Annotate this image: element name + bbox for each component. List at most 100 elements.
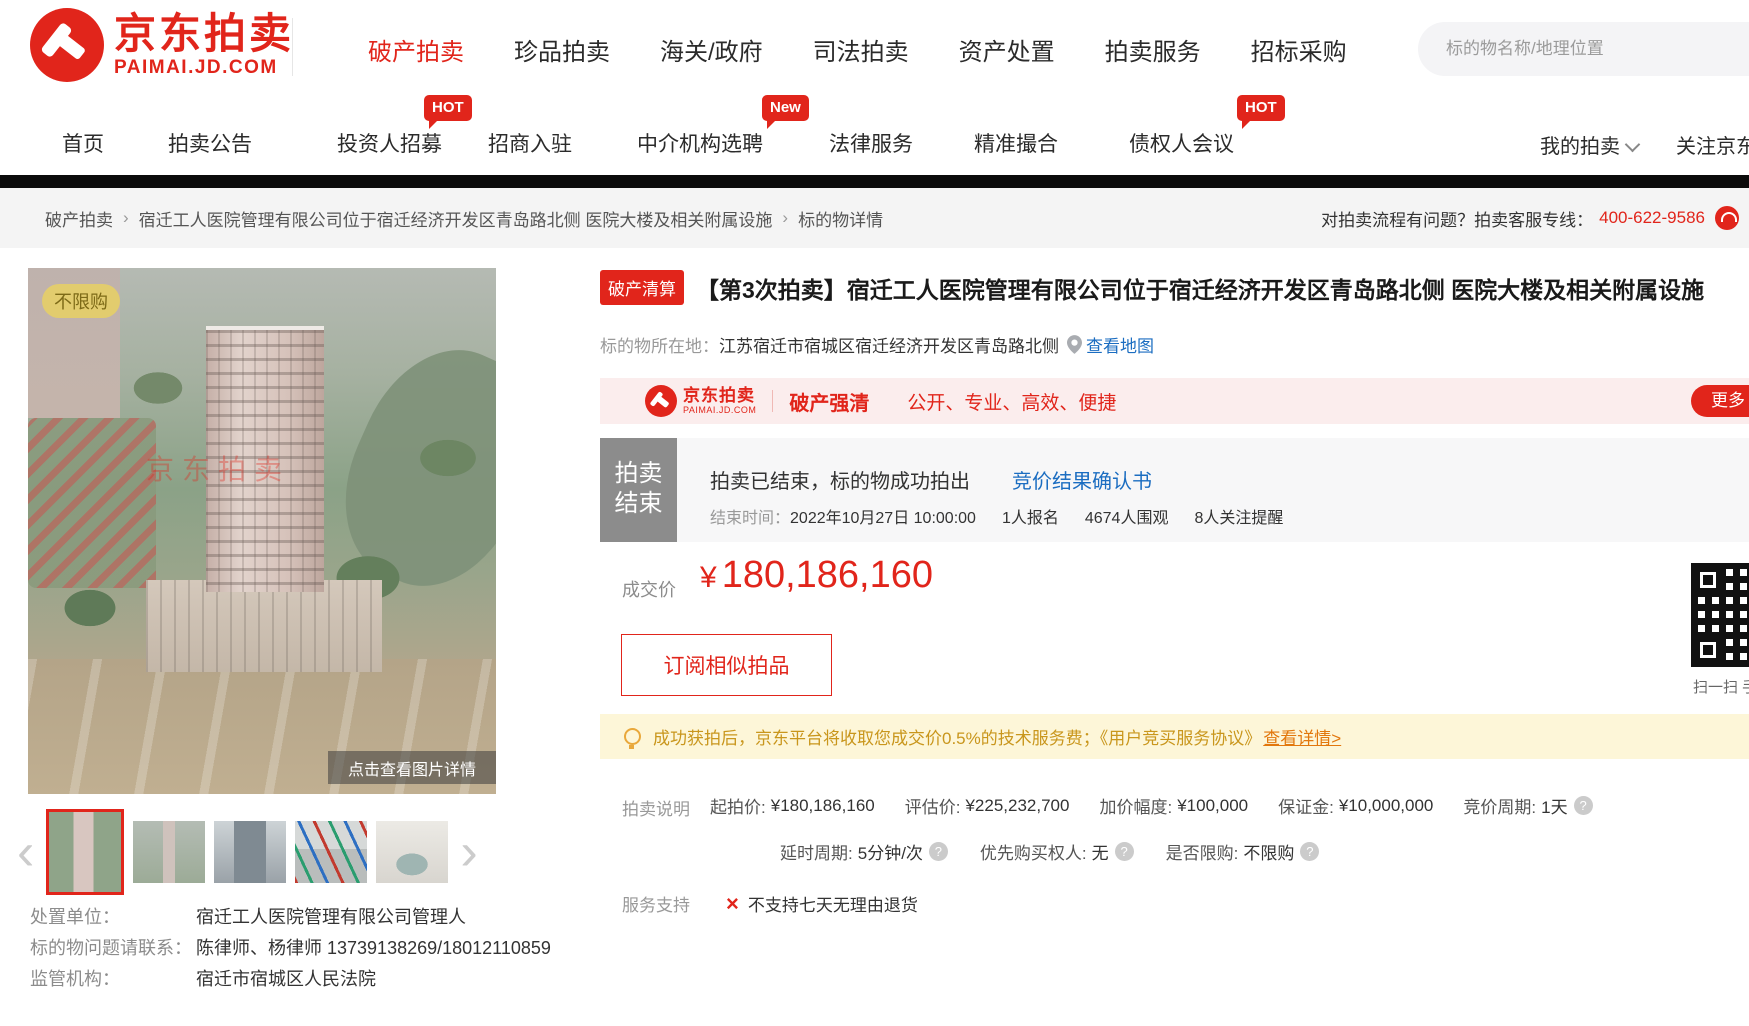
nav-judicial-auction[interactable]: 司法拍卖 — [813, 32, 909, 67]
follow-jd-auction[interactable]: 关注京东拍卖 — [1676, 130, 1749, 159]
banner-more-button[interactable]: 更多 — [1691, 385, 1749, 417]
subnav-creditor-meeting[interactable]: 债权人会议 — [1129, 128, 1234, 158]
bid-increment-label: 加价幅度: — [1099, 793, 1172, 818]
view-details-link[interactable]: 查看详情> — [1263, 724, 1341, 749]
thumbnail-lobby[interactable] — [376, 821, 448, 883]
deposit-label: 保证金: — [1278, 793, 1334, 818]
breadcrumb-separator: › — [123, 208, 129, 228]
subnav-investor-recruitment[interactable]: 投资人招募 — [337, 128, 442, 158]
thumbnail-aerial-building-selected[interactable] — [46, 809, 124, 895]
logo-subtitle: PAIMAI.JD.COM — [114, 57, 294, 79]
logo-title: 京东拍卖 — [114, 11, 294, 57]
appraisal-price-value: ¥225,232,700 — [965, 796, 1069, 816]
deposit-value: ¥10,000,000 — [1339, 796, 1434, 816]
priority-buyer-label: 优先购买权人: — [980, 839, 1087, 864]
banner-jd-logo[interactable]: 京东拍卖 PAIMAI.JD.COM — [645, 385, 756, 417]
qr-scan-caption: 扫一扫 手 — [1693, 676, 1749, 697]
hot-badge: HOT — [1237, 95, 1285, 121]
bid-increment: 加价幅度:¥100,000 — [1099, 793, 1248, 818]
subnav-home[interactable]: 首页 — [62, 128, 104, 158]
promo-banner: 京东拍卖 PAIMAI.JD.COM 破产强清 公开、专业、高效、便捷 更多 — [600, 378, 1749, 424]
subnav-precise-matching[interactable]: 精准撮合 — [974, 128, 1058, 158]
help-icon[interactable]: ? — [929, 842, 948, 861]
subnav-agency-selection[interactable]: 中介机构选聘 — [637, 128, 763, 158]
breadcrumb-bankruptcy[interactable]: 破产拍卖 — [45, 206, 113, 231]
location-label: 标的物所在地： — [600, 332, 719, 357]
appraisal-price: 评估价:¥225,232,700 — [905, 793, 1070, 818]
location-value: 江苏宿迁市宿城区宿迁经济开发区青岛路北侧 — [719, 332, 1059, 357]
breadcrumb-item-name[interactable]: 宿迁工人医院管理有限公司位于宿迁经济开发区青岛路北侧 医院大楼及相关附属设施 — [139, 206, 773, 231]
extension-period-label: 延时周期: — [780, 839, 853, 864]
map-pin-icon — [1067, 335, 1082, 354]
nav-bidding-procurement[interactable]: 招标采购 — [1251, 32, 1347, 67]
breadcrumb-bar: 破产拍卖 › 宿迁工人医院管理有限公司位于宿迁经济开发区青岛路北侧 医院大楼及相… — [0, 188, 1749, 248]
seller-row: 监管机构： 宿迁市宿城区人民法院 — [30, 964, 551, 995]
header-divider-bar — [0, 175, 1749, 188]
item-location-row: 标的物所在地： 江苏宿迁市宿城区宿迁经济开发区青岛路北侧 查看地图 — [600, 332, 1154, 357]
primary-nav: 破产拍卖 珍品拍卖 海关/政府 司法拍卖 资产处置 拍卖服务 招标采购 — [368, 32, 1347, 67]
no-purchase-limit-tag: 不限购 — [42, 284, 120, 318]
subscribe-similar-items-button[interactable]: 订阅相似拍品 — [621, 634, 832, 696]
breadcrumb-separator: › — [782, 208, 788, 228]
bid-result-confirmation-link[interactable]: 竞价结果确认书 — [1012, 465, 1152, 494]
start-price-label: 起拍价: — [710, 793, 766, 818]
nav-asset-disposal[interactable]: 资产处置 — [959, 32, 1055, 67]
follow-label: 关注京东拍卖 — [1676, 136, 1749, 158]
help-icon[interactable]: ? — [1300, 842, 1319, 861]
item-title-row: 破产清算 【第3次拍卖】宿迁工人医院管理有限公司位于宿迁经济开发区青岛路北侧 医… — [600, 270, 1749, 305]
hot-badge: HOT — [424, 95, 472, 121]
deposit: 保证金:¥10,000,000 — [1278, 793, 1433, 818]
status-message-row: 拍卖已结束，标的物成功拍出 竞价结果确认书 — [710, 465, 1152, 494]
customer-service-icon[interactable] — [1715, 206, 1739, 230]
new-badge: New — [762, 95, 809, 121]
banner-logo-title: 京东拍卖 — [683, 387, 756, 405]
status-detail-row: 结束时间：2022年10月27日 10:00:00 1人报名 4674人围观 8… — [710, 504, 1283, 528]
service-support-row: 服务支持 × 不支持七天无理由退货 — [622, 891, 918, 916]
thumbnail-corridor[interactable] — [295, 821, 367, 883]
chevron-right-icon[interactable]: › — [457, 822, 480, 882]
nav-bankruptcy-auction[interactable]: 破产拍卖 — [368, 32, 464, 67]
auction-info-row1: 起拍价:¥180,186,160 评估价:¥225,232,700 加价幅度:¥… — [710, 793, 1593, 818]
thumbnail-aerial-city[interactable] — [133, 821, 205, 883]
jd-paimai-logo[interactable]: 京东拍卖 PAIMAI.JD.COM — [30, 8, 294, 82]
my-auction-menu[interactable]: 我的拍卖 — [1540, 130, 1638, 159]
nav-customs-gov[interactable]: 海关/政府 — [660, 32, 763, 67]
start-price-value: ¥180,186,160 — [771, 796, 875, 816]
status-square-line2: 结束 — [600, 489, 677, 519]
purchase-limit-label: 是否限购: — [1166, 839, 1239, 864]
jd-auction-item-page: 京东拍卖 PAIMAI.JD.COM 破产拍卖 珍品拍卖 海关/政府 司法拍卖 … — [0, 0, 1749, 1026]
seller-info: 处置单位： 宿迁工人医院管理有限公司管理人 标的物问题请联系： 陈律师、杨律师 … — [30, 902, 551, 995]
status-square-line1: 拍卖 — [600, 459, 677, 489]
subnav-merchant-entry[interactable]: 招商入驻 — [488, 128, 572, 158]
main-item-photo[interactable]: 京东拍卖 点击查看图片详情 — [28, 268, 496, 794]
nav-treasure-auction[interactable]: 珍品拍卖 — [514, 32, 610, 67]
breadcrumb: 破产拍卖 › 宿迁工人医院管理有限公司位于宿迁经济开发区青岛路北侧 医院大楼及相… — [45, 206, 883, 231]
help-icon[interactable]: ? — [1115, 842, 1134, 861]
bidding-period-label: 竞价周期: — [1463, 793, 1536, 818]
contact-label: 标的物问题请联系： — [30, 933, 196, 964]
priority-buyer-value: 无 — [1092, 839, 1109, 864]
contact-value: 陈律师、杨律师 13739138269/18012110859 — [196, 933, 551, 964]
view-image-details-button[interactable]: 点击查看图片详情 — [328, 751, 496, 784]
thumbnail-building-closeup[interactable] — [214, 821, 286, 883]
view-map-link[interactable]: 查看地图 — [1086, 332, 1154, 357]
help-icon[interactable]: ? — [1574, 796, 1593, 815]
subnav-legal-service[interactable]: 法律服务 — [829, 128, 913, 158]
nav-auction-service[interactable]: 拍卖服务 — [1105, 32, 1201, 67]
logo-text: 京东拍卖 PAIMAI.JD.COM — [114, 11, 294, 79]
followers-count: 8人关注提醒 — [1194, 504, 1283, 528]
no-return-policy-text: 不支持七天无理由退货 — [748, 891, 918, 916]
extension-period: 延时周期:5分钟/次? — [780, 839, 948, 864]
purchase-limit: 是否限购:不限购? — [1166, 839, 1320, 864]
subnav-auction-announcement[interactable]: 拍卖公告 — [168, 128, 252, 158]
chevron-left-icon[interactable]: ‹ — [14, 822, 37, 882]
notice-text: 成功获拍后，京东平台将收取您成交价0.5%的技术服务费；《用户竞买服务协议》 — [653, 724, 1261, 749]
end-time-value: 2022年10月27日 10:00:00 — [790, 510, 976, 527]
status-message: 拍卖已结束，标的物成功拍出 — [710, 465, 970, 494]
seller-row: 处置单位： 宿迁工人医院管理有限公司管理人 — [30, 902, 551, 933]
not-supported-icon: × — [726, 894, 739, 914]
search-input[interactable] — [1418, 22, 1749, 76]
bankruptcy-liquidation-badge: 破产清算 — [600, 270, 684, 305]
banner-divider — [772, 390, 773, 412]
jd-hammer-icon — [645, 385, 677, 417]
